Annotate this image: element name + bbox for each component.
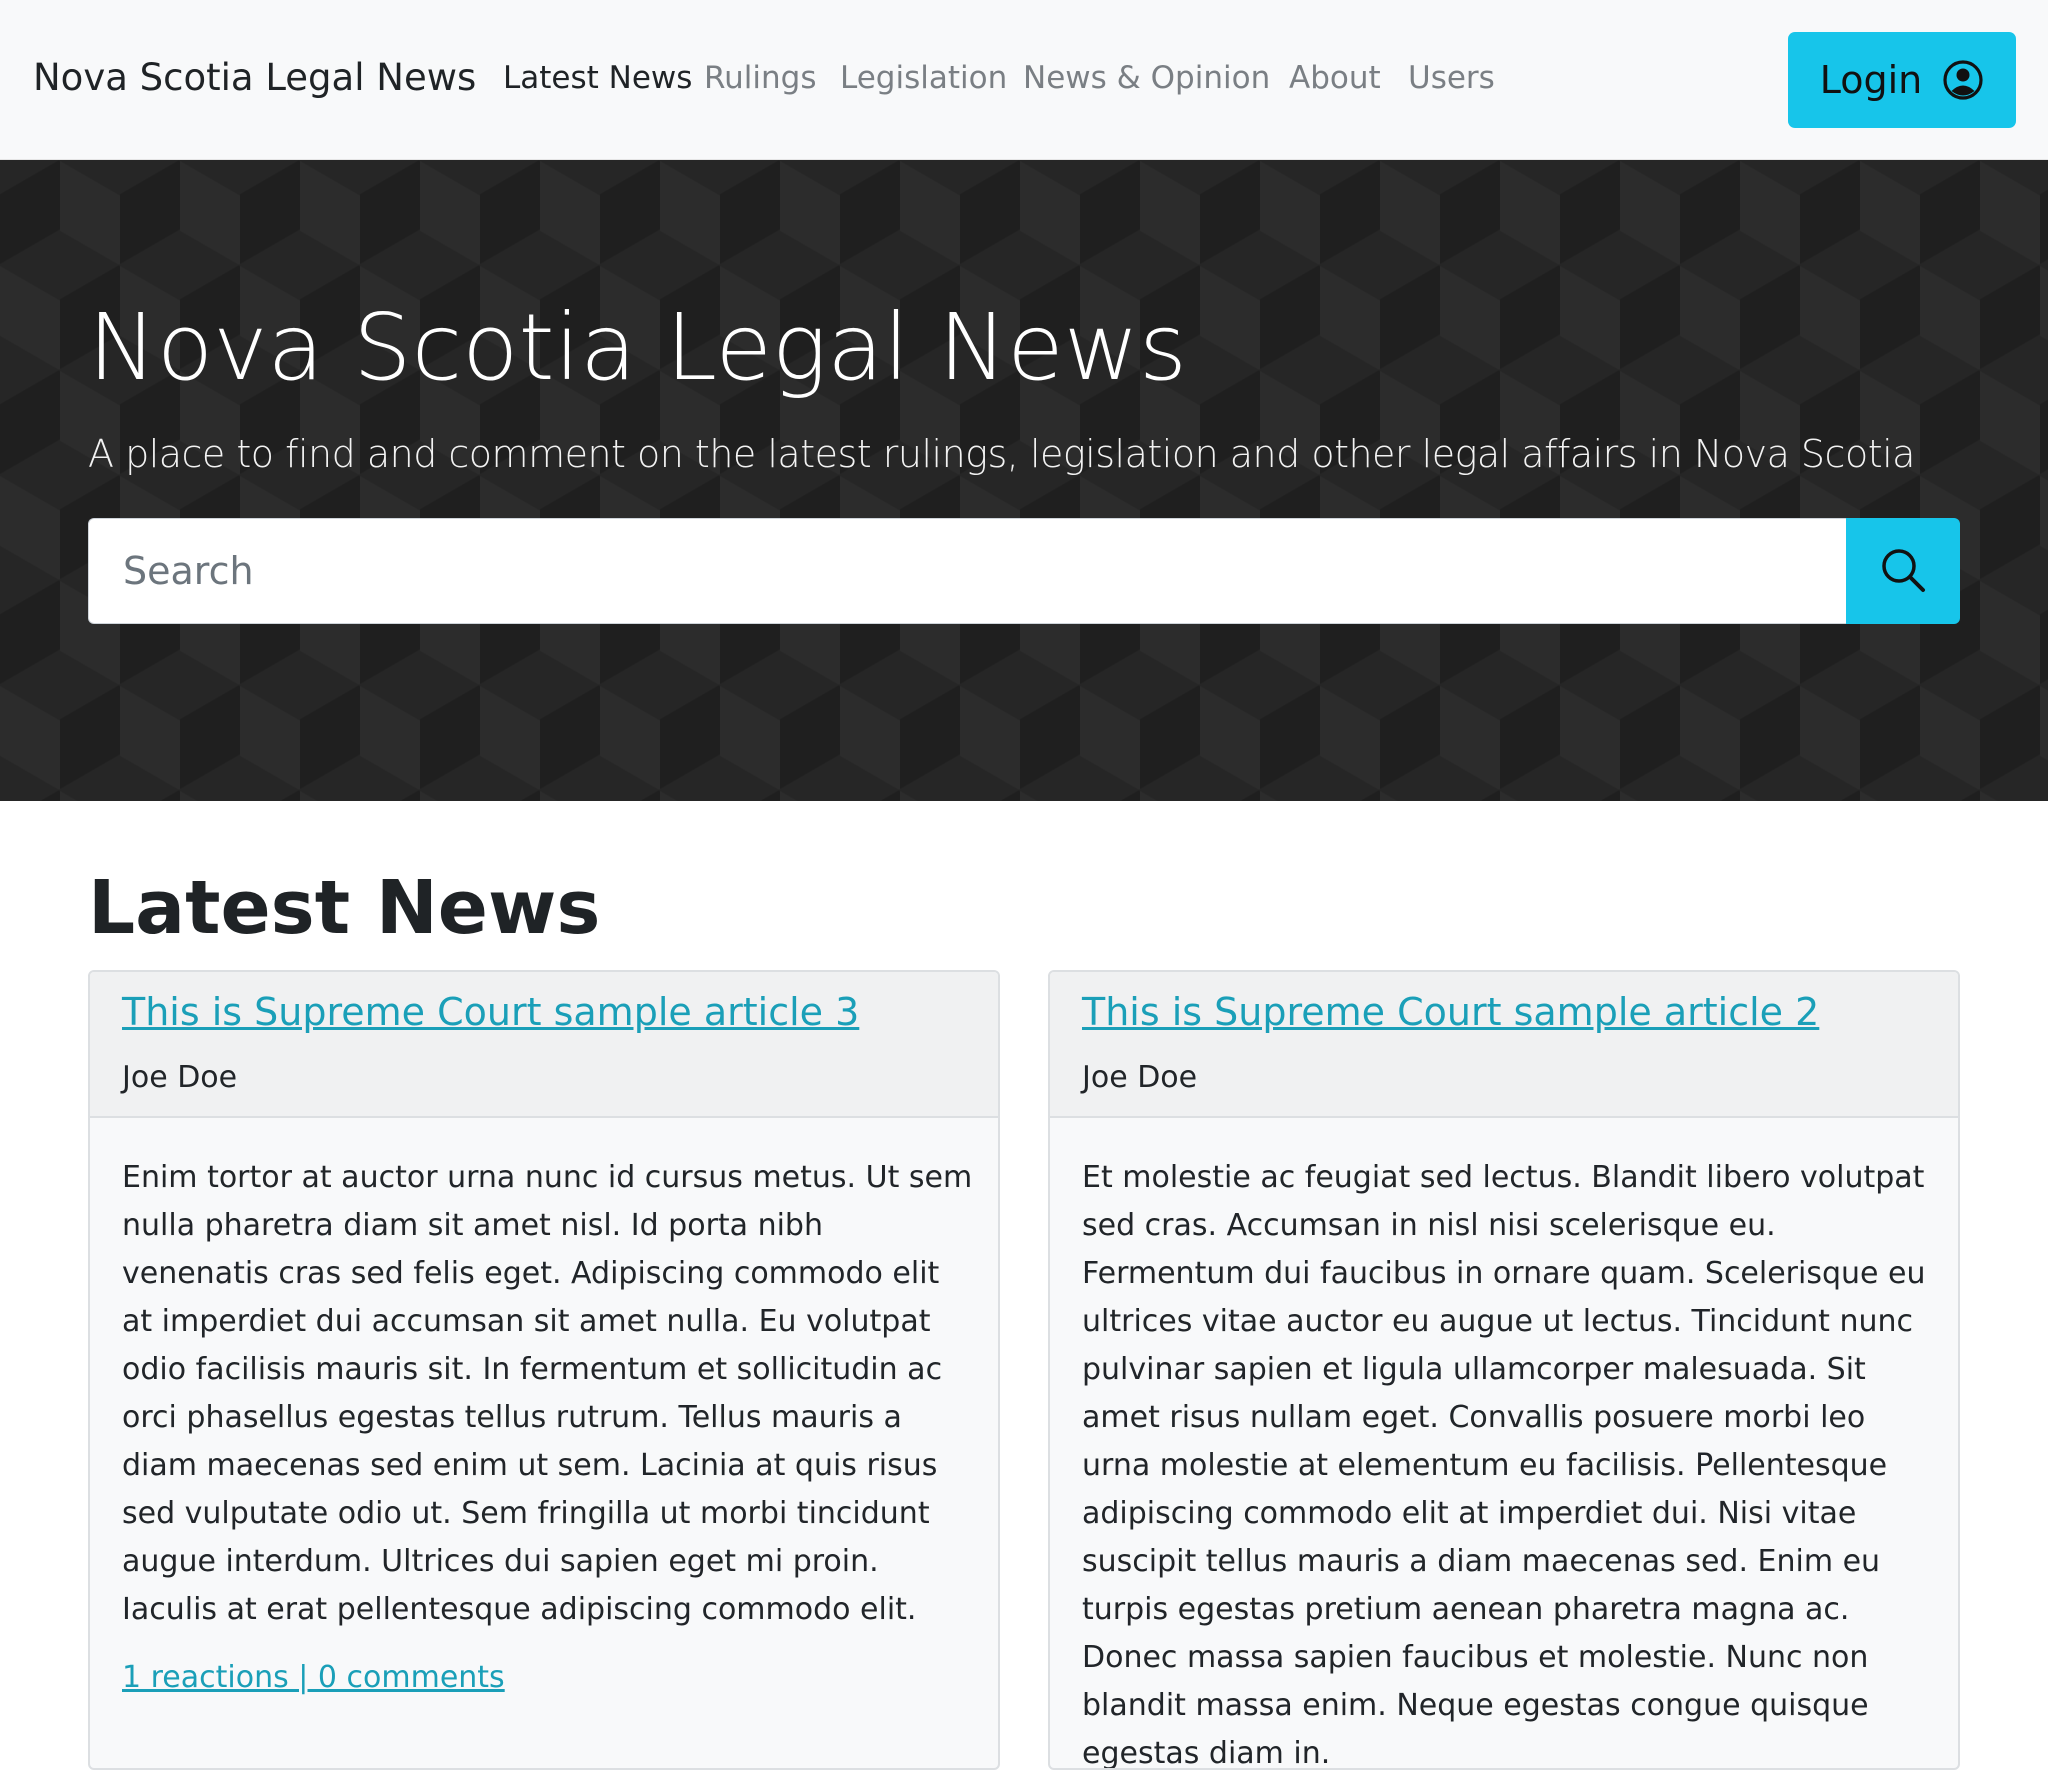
nav-item-rulings[interactable]: Rulings (704, 60, 817, 96)
navbar-brand-link[interactable]: Nova Scotia Legal News (33, 56, 476, 99)
hero-title: Nova Scotia Legal News (88, 294, 1187, 401)
nav-item-latest-news[interactable]: Latest News (503, 60, 692, 96)
search-button[interactable] (1846, 518, 1960, 624)
search-input[interactable] (88, 518, 1848, 624)
article-author: Joe Doe (122, 1060, 238, 1095)
top-navbar: Nova Scotia Legal News Latest News Rulin… (0, 0, 2048, 160)
article-card: This is Supreme Court sample article 2 J… (1048, 970, 1960, 1770)
article-author: Joe Doe (1082, 1060, 1198, 1095)
nav-item-users[interactable]: Users (1408, 60, 1495, 96)
article-card-header: This is Supreme Court sample article 3 J… (90, 972, 998, 1118)
nav-item-about[interactable]: About (1289, 60, 1381, 96)
article-card: This is Supreme Court sample article 3 J… (88, 970, 1000, 1770)
login-button[interactable]: Login (1788, 32, 2016, 128)
article-title-link[interactable]: This is Supreme Court sample article 2 (1082, 990, 1819, 1034)
nav-item-news-opinion[interactable]: News & Opinion (1023, 60, 1270, 96)
hero-banner: Nova Scotia Legal News A place to find a… (0, 160, 2048, 801)
reactions-comments-link[interactable]: 1 reactions | 0 comments (122, 1660, 505, 1695)
latest-news-heading: Latest News (88, 865, 601, 951)
user-circle-icon (1942, 59, 1984, 101)
search-icon (1878, 545, 1928, 598)
search-bar (88, 518, 1960, 624)
login-button-label: Login (1819, 58, 1923, 102)
nav-item-legislation[interactable]: Legislation (840, 60, 1007, 96)
hero-subtitle: A place to find and comment on the lates… (88, 432, 1915, 476)
article-excerpt: Et molestie ac feugiat sed lectus. Bland… (1082, 1160, 1926, 1770)
article-card-header: This is Supreme Court sample article 2 J… (1050, 972, 1958, 1118)
article-title-link[interactable]: This is Supreme Court sample article 3 (122, 990, 859, 1034)
article-excerpt: Enim tortor at auctor urna nunc id cursu… (122, 1160, 973, 1627)
